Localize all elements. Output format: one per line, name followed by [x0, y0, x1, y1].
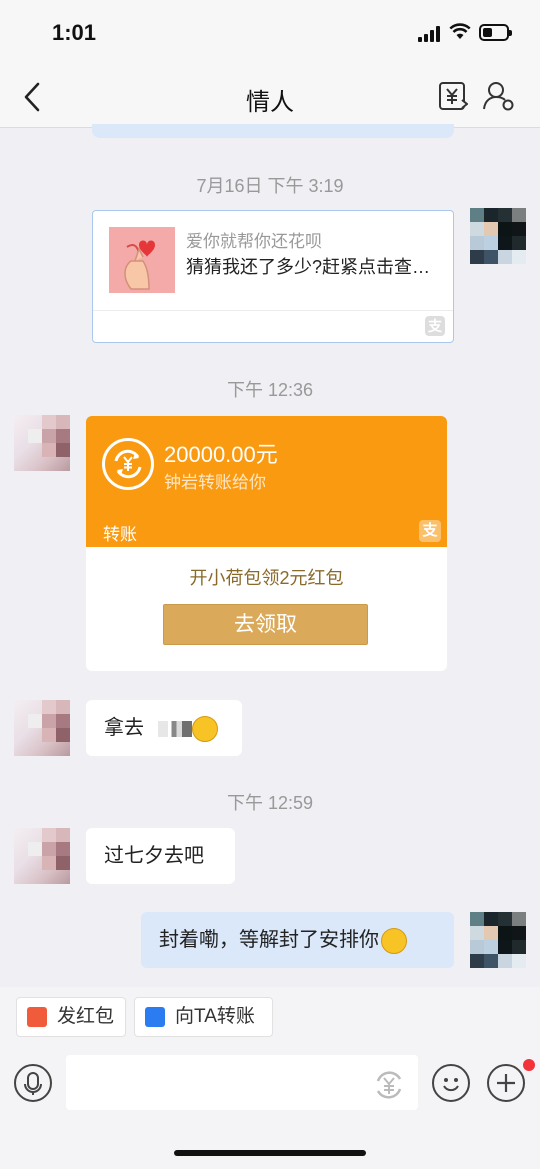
link-description: 猜猜我还了多少?赶紧点击查…	[186, 257, 431, 277]
promo-text: 开小荷包领2元红包	[189, 568, 344, 588]
yuan-icon[interactable]	[372, 1068, 406, 1102]
finger-heart-icon	[109, 227, 175, 293]
transfer-button[interactable]: 向TA转账	[134, 997, 273, 1037]
message-bubble[interactable]: 过七夕去吧	[86, 828, 235, 884]
battery-icon	[479, 24, 512, 41]
yuan-transfer-icon[interactable]	[438, 80, 468, 112]
transfer-icon	[145, 1007, 165, 1027]
home-indicator	[174, 1150, 366, 1156]
red-packet-button[interactable]: 发红包	[16, 997, 126, 1037]
avatar-self[interactable]	[470, 208, 526, 264]
red-packet-label: 发红包	[57, 1006, 115, 1027]
alipay-icon: 支	[419, 520, 441, 542]
plus-icon	[497, 1074, 515, 1092]
blurred-sticker	[157, 720, 192, 737]
wifi-icon	[449, 23, 471, 39]
avatar-contact[interactable]	[14, 700, 70, 756]
previous-message-bubble[interactable]	[92, 124, 454, 138]
yuan-exchange-icon	[102, 438, 154, 490]
timestamp: 下午 12:59	[226, 793, 314, 813]
link-title: 爱你就帮你还花呗	[186, 232, 322, 251]
message-input[interactable]	[66, 1055, 418, 1110]
signal-icon	[418, 26, 442, 42]
transfer-label: 向TA转账	[175, 1006, 255, 1027]
alipay-icon: 支	[425, 316, 445, 336]
status-time: 1:01	[52, 20, 97, 45]
red-packet-icon	[27, 1007, 47, 1027]
microphone-icon	[24, 1072, 42, 1095]
transfer-description: 钟岩转账给你	[164, 473, 266, 492]
message-text: 过七夕去吧	[104, 845, 204, 867]
status-bar: 1:01	[0, 0, 540, 66]
avatar-self[interactable]	[470, 912, 526, 968]
avatar-contact[interactable]	[14, 415, 70, 471]
message-text: 封着嘞，等解封了安排你	[159, 929, 379, 951]
laughing-emoji-icon	[191, 715, 218, 742]
link-thumbnail	[109, 227, 175, 293]
transfer-card[interactable]: 20000.00元 钟岩转账给你 转账 支 开小荷包领2元红包 去领取	[86, 416, 447, 671]
emoji-button[interactable]	[432, 1064, 470, 1102]
quick-action-bar: 发红包 向TA转账	[0, 987, 540, 1042]
smiley-icon	[443, 1078, 459, 1092]
notification-dot	[523, 1059, 535, 1071]
link-card[interactable]: 爱你就帮你还花呗 猜猜我还了多少?赶紧点击查… 支	[92, 210, 454, 343]
message-text: 拿去	[104, 717, 144, 739]
divider	[93, 310, 453, 311]
message-bubble-self[interactable]: 封着嘞，等解封了安排你	[141, 912, 454, 968]
timestamp: 7月16日 下午 3:19	[196, 176, 344, 196]
person-settings-icon[interactable]	[482, 80, 516, 112]
transfer-amount: 20000.00元	[164, 442, 278, 467]
more-button[interactable]	[487, 1064, 525, 1102]
claim-button[interactable]: 去领取	[163, 604, 368, 645]
chevron-left-icon[interactable]	[18, 80, 48, 114]
nav-bar: 情人	[0, 66, 540, 128]
transfer-header: 20000.00元 钟岩转账给你 转账 支	[86, 416, 447, 547]
transfer-label: 转账	[103, 525, 137, 544]
message-bubble[interactable]: 拿去	[86, 700, 242, 756]
timestamp: 下午 12:36	[226, 380, 314, 400]
grinning-emoji-icon	[381, 927, 407, 954]
voice-input-button[interactable]	[14, 1064, 52, 1102]
avatar-contact[interactable]	[14, 828, 70, 884]
